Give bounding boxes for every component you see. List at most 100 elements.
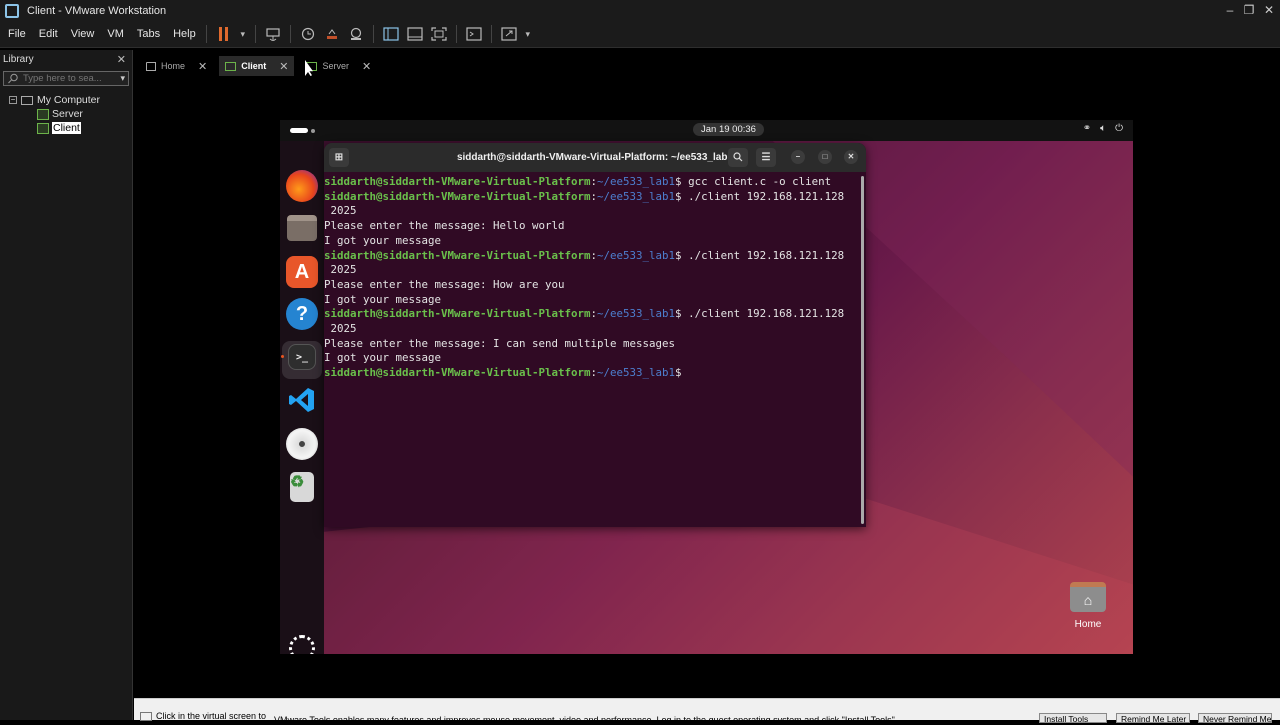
prompt-path: ~/ee533_lab1 xyxy=(597,189,676,203)
firefox-icon[interactable] xyxy=(286,170,318,202)
prompt-path: ~/ee533_lab1 xyxy=(597,307,676,321)
terminal-command: ./client 192.168.121.128 xyxy=(688,307,845,321)
terminal-title: siddarth@siddarth-VMware-Virtual-Platfor… xyxy=(456,152,734,163)
dock-files[interactable] xyxy=(286,212,318,244)
menu-tabs[interactable]: Tabs xyxy=(132,28,165,40)
terminal-output-line: Please enter the message: Hello world xyxy=(324,219,565,233)
guest-clock[interactable]: Jan 19 00:36 xyxy=(693,123,764,136)
terminal-output-line: Please enter the message: How are you xyxy=(324,277,565,291)
tree-item-server[interactable]: Server xyxy=(0,107,132,121)
stretch-dropdown-button[interactable]: ▾ xyxy=(523,24,533,44)
close-tab-button[interactable]: ✕ xyxy=(198,60,207,73)
system-tray[interactable]: ⚭ 🔈︎ ⏻ xyxy=(1083,123,1123,134)
menu-vm[interactable]: VM xyxy=(102,28,129,40)
disc-icon[interactable] xyxy=(286,428,318,460)
send-keys-button[interactable] xyxy=(263,24,283,44)
terminal-output[interactable]: siddarth@siddarth-VMware-Virtual-Platfor… xyxy=(324,172,866,381)
files-icon xyxy=(287,215,317,241)
fullscreen-button[interactable] xyxy=(429,24,449,44)
menu-edit[interactable]: Edit xyxy=(34,28,63,40)
library-search[interactable]: ▾ xyxy=(3,71,129,86)
tab-label: Server xyxy=(322,61,349,71)
snapshot-manager-button[interactable] xyxy=(346,24,366,44)
keyboard-icon xyxy=(266,28,280,41)
revert-snapshot-button[interactable] xyxy=(322,24,342,44)
clock-icon xyxy=(301,27,314,41)
close-tab-button[interactable]: ✕ xyxy=(279,60,288,73)
close-window-button[interactable]: ✕ xyxy=(1258,0,1280,21)
tree-item-client[interactable]: Client xyxy=(0,121,132,135)
library-search-input[interactable] xyxy=(23,73,113,84)
home-icon xyxy=(146,61,156,71)
terminal-command: gcc client.c -o client xyxy=(688,175,832,188)
snapshot-manager-icon xyxy=(350,27,361,40)
guest-dock: A ? >_ ♻ xyxy=(280,141,324,654)
terminal-scrollbar[interactable] xyxy=(861,176,864,524)
help-icon[interactable]: ? xyxy=(286,298,318,330)
vscode-icon[interactable] xyxy=(286,384,318,416)
collapse-icon[interactable]: − xyxy=(9,96,17,104)
desktop-home-folder[interactable]: ⌂ Home xyxy=(1068,582,1108,630)
stretch-guest-button[interactable] xyxy=(499,24,519,44)
activities-button[interactable] xyxy=(290,128,315,133)
tree-item-label: Server xyxy=(52,108,83,120)
vm-icon xyxy=(37,108,49,120)
terminal-output-line: 2025 xyxy=(324,204,357,218)
search-icon xyxy=(733,152,743,162)
show-apps-button[interactable] xyxy=(286,632,318,654)
computer-icon xyxy=(21,95,33,105)
prompt-path: ~/ee533_lab1 xyxy=(597,248,676,262)
pause-icon xyxy=(219,27,229,41)
thumbnail-bar-button[interactable] xyxy=(405,24,425,44)
pause-dropdown-button[interactable]: ▾ xyxy=(238,24,248,44)
tab-client[interactable]: Client ✕ xyxy=(219,56,295,76)
terminal-maximize-button[interactable]: □ xyxy=(818,150,832,164)
terminal-window[interactable]: ⊞ siddarth@siddarth-VMware-Virtual-Platf… xyxy=(324,143,866,527)
dock-trash[interactable]: ♻ xyxy=(286,471,318,503)
menu-help[interactable]: Help xyxy=(168,28,201,40)
close-tab-button[interactable]: ✕ xyxy=(362,60,371,73)
terminal-icon[interactable]: >_ xyxy=(288,344,316,370)
revert-icon xyxy=(326,29,337,39)
menu-view[interactable]: View xyxy=(66,28,100,40)
network-icon: ⚭ xyxy=(1082,123,1092,134)
trash-icon: ♻ xyxy=(290,472,314,502)
toolbar-separator xyxy=(372,25,374,43)
remind-later-button[interactable]: Remind Me Later xyxy=(1116,713,1190,723)
terminal-menu-button[interactable]: ☰ xyxy=(756,148,776,167)
close-library-button[interactable]: ✕ xyxy=(117,53,126,66)
terminal-close-button[interactable]: ✕ xyxy=(844,150,858,164)
tab-home[interactable]: Home ✕ xyxy=(140,56,213,76)
terminal-command: ./client 192.168.121.128 xyxy=(688,189,845,203)
show-library-button[interactable] xyxy=(381,24,401,44)
terminal-line: siddarth@siddarth-VMware-Virtual-Platfor… xyxy=(324,248,845,262)
prompt-user: siddarth@siddarth-VMware-Virtual-Platfor… xyxy=(324,248,591,262)
library-layout-icon xyxy=(383,27,399,41)
maximize-button[interactable]: ❐ xyxy=(1238,0,1260,21)
install-tools-button[interactable]: Install Tools xyxy=(1039,713,1107,723)
snapshot-button[interactable] xyxy=(298,24,318,44)
volume-icon: 🔈︎ xyxy=(1100,123,1107,134)
terminal-line: siddarth@siddarth-VMware-Virtual-Platfor… xyxy=(324,175,832,188)
notice-message: VMware Tools enables many features and i… xyxy=(274,715,898,725)
tree-item-label: My Computer xyxy=(37,94,101,106)
console-view-button[interactable] xyxy=(464,24,484,44)
terminal-line: siddarth@siddarth-VMware-Virtual-Platfor… xyxy=(324,366,682,380)
tree-item-my-computer[interactable]: − My Computer xyxy=(0,93,132,107)
never-remind-button[interactable]: Never Remind Me xyxy=(1198,713,1272,723)
menu-file[interactable]: File xyxy=(3,28,31,40)
pause-button[interactable] xyxy=(214,24,234,44)
app-center-icon[interactable]: A xyxy=(286,256,318,288)
library-panel: Library ✕ ▾ − My Computer Server Client xyxy=(0,50,133,720)
fullscreen-icon xyxy=(431,27,447,41)
guest-screen[interactable]: Jan 19 00:36 ⚭ 🔈︎ ⏻ A ? >_ ♻ ⊞ siddarth@… xyxy=(280,120,1133,654)
window-title: Client - VMware Workstation xyxy=(27,4,167,17)
prompt-user: siddarth@siddarth-VMware-Virtual-Platfor… xyxy=(324,189,591,203)
running-indicator xyxy=(281,355,284,358)
terminal-search-button[interactable] xyxy=(728,148,748,167)
search-dropdown-icon[interactable]: ▾ xyxy=(120,73,125,84)
tab-server[interactable]: Server ✕ xyxy=(300,56,377,76)
terminal-minimize-button[interactable]: – xyxy=(791,150,805,164)
terminal-output-line: 2025 xyxy=(324,263,357,277)
vm-icon xyxy=(225,61,237,71)
